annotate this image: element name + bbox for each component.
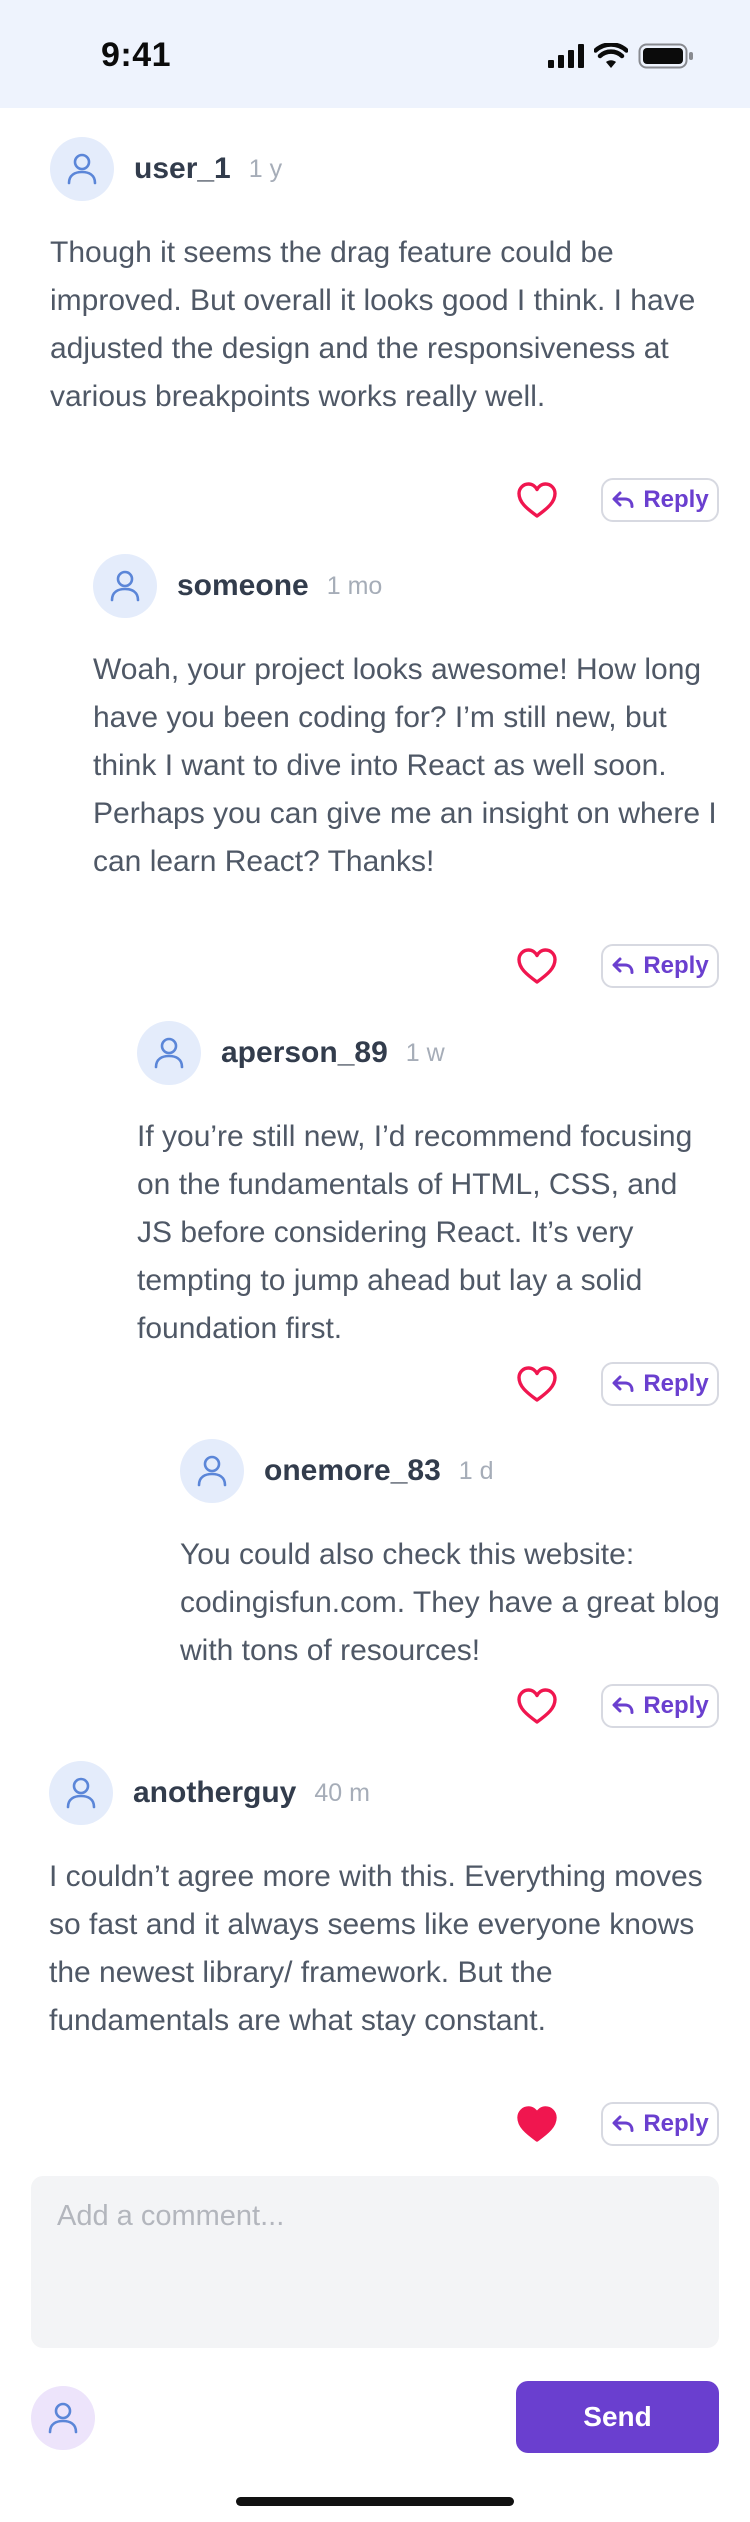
- comment-text: Though it seems the drag feature could b…: [50, 236, 696, 413]
- comment-age: 1 d: [458, 1456, 494, 1485]
- reply-button[interactable]: Reply: [601, 2102, 719, 2146]
- avatar[interactable]: [137, 1021, 201, 1085]
- like-button[interactable]: [515, 480, 559, 520]
- reply-label: Reply: [643, 1692, 709, 1719]
- status-time: 9:41: [101, 36, 172, 74]
- comment-header: someone 1 mo: [93, 554, 720, 618]
- like-button[interactable]: [515, 946, 559, 986]
- reply-arrow-icon: [612, 491, 634, 508]
- like-button[interactable]: [515, 2104, 559, 2144]
- wifi-icon: [593, 42, 629, 74]
- avatar[interactable]: [93, 554, 157, 618]
- reply-button[interactable]: Reply: [601, 944, 719, 988]
- like-button[interactable]: [515, 1364, 559, 1404]
- battery-icon: [638, 43, 694, 74]
- comment-input-placeholder: Add a comment...: [57, 2200, 285, 2232]
- user-icon: [48, 2402, 78, 2434]
- user-icon: [66, 1777, 96, 1809]
- comment-actions: Reply: [515, 2102, 719, 2146]
- comment-header: onemore_83 1 d: [180, 1439, 720, 1503]
- reply-arrow-icon: [612, 1375, 634, 1392]
- reply-button[interactable]: Reply: [601, 478, 719, 522]
- reply-arrow-icon: [612, 1697, 634, 1714]
- comment-actions: Reply: [515, 1684, 719, 1728]
- comment-age: 1 mo: [326, 571, 383, 600]
- reply-arrow-icon: [612, 957, 634, 974]
- comment-age: 40 m: [314, 1778, 370, 1807]
- heart-icon: [517, 1688, 557, 1724]
- comment-card: aperson_89 1 w If you’re still new, I’d …: [137, 1021, 720, 1353]
- user-icon: [110, 570, 140, 602]
- comment-input[interactable]: Add a comment...: [31, 2176, 719, 2348]
- heart-icon: [517, 1366, 557, 1402]
- comment-card: anotherguy 40 m I couldn’t agree more wi…: [49, 1761, 720, 2045]
- user-icon: [197, 1455, 227, 1487]
- comment-username[interactable]: user_1: [134, 152, 231, 186]
- comment-username[interactable]: aperson_89: [221, 1036, 388, 1070]
- reply-label: Reply: [643, 1370, 709, 1397]
- comment-actions: Reply: [515, 1362, 719, 1406]
- comment-username[interactable]: someone: [177, 569, 309, 603]
- comment-username[interactable]: onemore_83: [264, 1454, 441, 1488]
- comment-age: 1 w: [405, 1038, 445, 1067]
- send-button[interactable]: Send: [516, 2381, 719, 2453]
- comment-header: aperson_89 1 w: [137, 1021, 720, 1085]
- user-icon: [67, 153, 97, 185]
- avatar[interactable]: [50, 137, 114, 201]
- heart-icon: [517, 482, 557, 518]
- comment-card: someone 1 mo Woah, your project looks aw…: [93, 554, 720, 886]
- comment-text: Woah, your project looks awesome! How lo…: [93, 653, 717, 878]
- reply-label: Reply: [643, 952, 709, 979]
- comment-text: You could also check this website: codin…: [180, 1538, 720, 1667]
- status-icons: [548, 42, 694, 74]
- comment-username[interactable]: anotherguy: [133, 1776, 296, 1810]
- comment-text: I couldn’t agree more with this. Everyth…: [49, 1860, 703, 2037]
- heart-icon: [517, 948, 557, 984]
- avatar[interactable]: [49, 1761, 113, 1825]
- heart-filled-icon: [517, 2106, 557, 2142]
- home-indicator: [236, 2497, 514, 2506]
- comment-card: onemore_83 1 d You could also check this…: [180, 1439, 720, 1675]
- reply-button[interactable]: Reply: [601, 1362, 719, 1406]
- like-button[interactable]: [515, 1686, 559, 1726]
- reply-label: Reply: [643, 486, 709, 513]
- comment-actions: Reply: [515, 944, 719, 988]
- reply-arrow-icon: [612, 2115, 634, 2132]
- comment-header: user_1 1 y: [50, 137, 720, 201]
- comment-header: anotherguy 40 m: [49, 1761, 720, 1825]
- user-icon: [154, 1037, 184, 1069]
- comment-card: user_1 1 y Though it seems the drag feat…: [50, 137, 720, 421]
- comment-age: 1 y: [248, 154, 283, 183]
- reply-button[interactable]: Reply: [601, 1684, 719, 1728]
- signal-icon: [548, 44, 584, 73]
- status-bar: 9:41: [0, 0, 750, 108]
- current-user-avatar: [31, 2386, 95, 2450]
- reply-label: Reply: [643, 2110, 709, 2137]
- avatar[interactable]: [180, 1439, 244, 1503]
- comment-text: If you’re still new, I’d recommend focus…: [137, 1120, 693, 1345]
- comment-actions: Reply: [515, 478, 719, 522]
